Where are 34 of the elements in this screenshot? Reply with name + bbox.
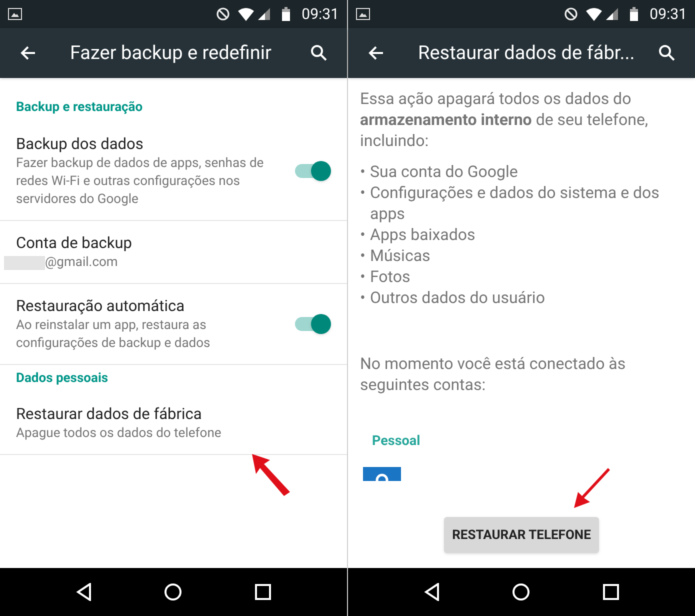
section-header: Backup e restauração [15,99,144,117]
item-subtitle: Ao reinstalar um app, restaura as configurações de backup e dados [16,316,212,352]
accounts-paragraph: No momento você está conectado às seguintes contas: [360,353,627,395]
list-item: Fotos [370,266,410,287]
settings-item[interactable]: Backup dos dados Fazer backup de dados de apps, senhas de redes Wi-Fi e outras configurações nos servidores do Google [0,122,347,220]
bullet-mark: • [360,161,366,182]
warning-paragraph: Essa ação apagará todos os dados do armazenamento interno de seu telefone, incluindo: [360,88,650,151]
item-title: Restaurar dados de fábrica [16,404,203,425]
bullet-mark: • [360,245,366,266]
settings-item[interactable]: Conta de backup @gmail.com [0,220,347,284]
item-subtitle: Apague todos os dados do telefone [16,425,222,443]
list-item: Sua conta do Google [370,161,518,182]
item-subtitle: @gmail.com [45,254,118,272]
screen-title: Restaurar dados de fábr... [418,40,636,66]
bullet-mark: • [360,224,366,245]
bullet-mark: • [360,266,366,287]
list-item: Apps baixados [370,224,476,245]
bullet-mark: • [360,287,366,308]
settings-item[interactable]: Restaurar dados de fábrica Apague todos os dados do telefone [0,392,347,455]
item-subtitle: Fazer backup de dados de apps, senhas de redes Wi-Fi e outras configurações nos servidores do Google [16,154,265,208]
item-title: Conta de backup [16,232,133,254]
item-title: Backup dos dados [16,134,144,154]
account-group-header: Pessoal [371,432,422,451]
settings-item[interactable]: Restauração automática Ao reinstalar um app, restaura as configurações de backup e dados [0,284,347,364]
bullet-mark: • [360,182,366,204]
section-header: Dados pessoais [15,370,110,388]
list-item: Configurações e dados do sistema e dos apps [370,182,660,224]
screen-title: Fazer backup e redefinir [70,40,272,66]
restore-phone-button[interactable]: RESTAURAR TELEFONE [444,517,599,553]
status-time: 09:31 [302,4,339,25]
list-item: Outros dados do usuário [370,287,545,308]
list-item: Músicas [370,245,430,266]
status-time: 09:31 [650,4,687,25]
item-title: Restauração automática [16,296,186,316]
